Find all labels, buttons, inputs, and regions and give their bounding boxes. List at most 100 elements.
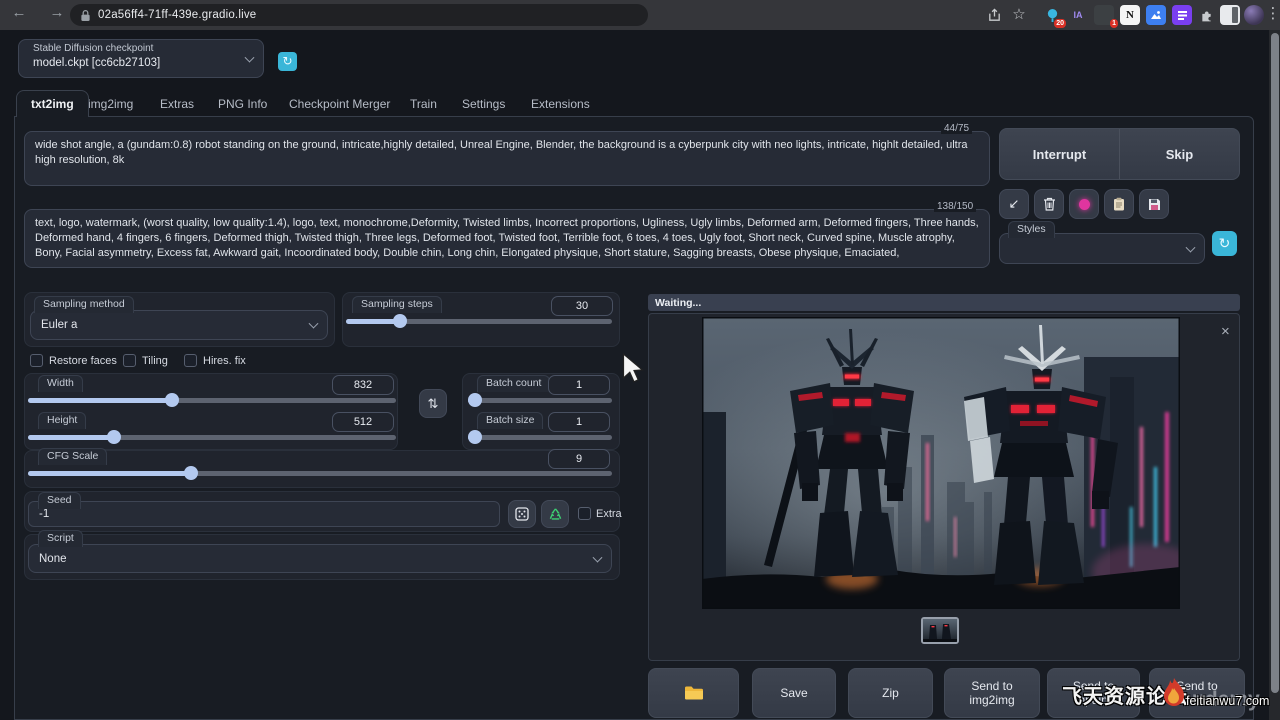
slider-handle[interactable] (393, 314, 407, 328)
slider-handle[interactable] (184, 466, 198, 480)
swap-dimensions-button[interactable]: ⇅ (419, 389, 447, 418)
height-slider[interactable] (28, 435, 396, 440)
ext-notification-badge: 1 (1110, 19, 1118, 28)
recycle-icon (548, 507, 563, 521)
sampling-steps-slider[interactable] (346, 319, 612, 324)
url-bar[interactable]: 02a56ff4-71ff-439e.gradio.live (70, 4, 648, 26)
seed-label: Seed (38, 492, 81, 509)
reuse-seed-button[interactable] (541, 500, 569, 528)
restore-faces-checkbox[interactable] (30, 354, 43, 367)
hires-fix-checkbox[interactable] (184, 354, 197, 367)
tab-img2img[interactable]: img2img (88, 90, 133, 117)
ext-purple-icon[interactable] (1172, 5, 1192, 25)
width-slider[interactable] (28, 398, 396, 403)
slider-handle[interactable] (468, 393, 482, 407)
slider-handle[interactable] (165, 393, 179, 407)
batch-count-input[interactable] (548, 375, 610, 395)
chevron-down-icon (1186, 242, 1196, 252)
floppy-disk-icon (1148, 198, 1161, 211)
send-to-extras-button[interactable]: Send to extras (1149, 668, 1245, 718)
sampling-method-dropdown[interactable]: Euler a (30, 310, 328, 340)
cfg-scale-input[interactable] (548, 449, 610, 469)
menu-kebab-icon[interactable]: ⋮ (1262, 4, 1280, 22)
tab-checkpoint-merger[interactable]: Checkpoint Merger (289, 90, 390, 117)
mouse-cursor (622, 352, 646, 386)
save-style-button[interactable] (1139, 189, 1169, 219)
batch-count-slider[interactable] (468, 398, 612, 403)
chevron-down-icon (593, 552, 603, 562)
cfg-scale-slider[interactable] (28, 471, 612, 476)
skip-button[interactable]: Skip (1120, 147, 1239, 162)
apply-style-button[interactable] (1104, 189, 1134, 219)
ext-pin-icon[interactable]: 20 (1042, 5, 1062, 25)
random-seed-button[interactable] (508, 500, 536, 528)
sidebar-toggle-icon[interactable] (1220, 5, 1240, 25)
negative-prompt-input[interactable]: text, logo, watermark, (worst quality, l… (24, 209, 990, 268)
back-button[interactable]: ← (8, 4, 30, 21)
ext-ia-icon[interactable]: IA (1068, 5, 1088, 25)
ext-notion-icon[interactable]: N (1120, 5, 1140, 25)
seed-value: -1 (39, 508, 49, 520)
batch-size-input[interactable] (548, 412, 610, 432)
sampling-steps-input[interactable] (551, 296, 613, 316)
prompt-input[interactable]: wide shot angle, a (gundam:0.8) robot st… (24, 131, 990, 186)
tab-extensions[interactable]: Extensions (531, 90, 590, 117)
tab-settings[interactable]: Settings (462, 90, 505, 117)
send-to-inpaint-button[interactable]: Send to inpaint (1047, 668, 1140, 718)
profile-avatar[interactable] (1244, 5, 1264, 25)
zip-button[interactable]: Zip (848, 668, 933, 718)
prompt-token-counter: 44/75 (941, 123, 972, 134)
gallery-thumbnail[interactable] (921, 617, 959, 644)
seed-extra-label: Extra (596, 508, 622, 520)
paste-generation-params-button[interactable]: ↙ (999, 189, 1029, 219)
tiling-checkbox[interactable] (123, 354, 136, 367)
clear-prompt-button[interactable] (1034, 189, 1064, 219)
script-value: None (39, 553, 67, 565)
bookmark-star-icon[interactable]: ☆ (1008, 5, 1030, 23)
extensions-puzzle-icon[interactable] (1196, 5, 1216, 25)
share-icon[interactable] (984, 5, 1004, 25)
open-folder-button[interactable] (648, 668, 739, 718)
height-input[interactable] (332, 412, 394, 432)
ext-notification-icon[interactable]: 1 (1094, 5, 1114, 25)
close-icon[interactable]: × (1221, 323, 1230, 340)
slider-handle[interactable] (468, 430, 482, 444)
checkpoint-dropdown[interactable]: Stable Diffusion checkpoint model.ckpt [… (18, 39, 264, 78)
styles-label: Styles (1008, 221, 1055, 238)
extra-networks-button[interactable] (1069, 189, 1099, 219)
scrollbar-thumb[interactable] (1271, 33, 1279, 693)
batch-count-label: Batch count (477, 375, 550, 392)
ext-image-icon[interactable] (1146, 5, 1166, 25)
stable-diffusion-webui: ← → ↻ 02a56ff4-71ff-439e.gradio.live ☆ 2… (0, 0, 1280, 720)
tab-extras[interactable]: Extras (160, 90, 194, 117)
tab-txt2img[interactable]: txt2img (16, 90, 89, 117)
forward-button[interactable]: → (46, 4, 68, 21)
checkpoint-label: Stable Diffusion checkpoint (33, 43, 153, 54)
ext-pin-badge: 20 (1054, 19, 1066, 28)
seed-extra-checkbox[interactable] (578, 507, 591, 520)
sampling-method-value: Euler a (41, 319, 77, 331)
page-scrollbar[interactable] (1269, 30, 1280, 720)
generated-image[interactable] (702, 317, 1180, 609)
seed-input[interactable]: -1 (28, 501, 500, 527)
negative-prompt-token-counter: 138/150 (934, 201, 976, 212)
batch-size-label: Batch size (477, 412, 543, 429)
tab-train[interactable]: Train (410, 90, 437, 117)
trash-icon (1043, 197, 1056, 211)
save-button[interactable]: Save (752, 668, 836, 718)
height-label: Height (38, 412, 86, 429)
slider-handle[interactable] (107, 430, 121, 444)
checkpoint-refresh-button[interactable]: ↻ (278, 52, 297, 71)
tab-png-info[interactable]: PNG Info (218, 90, 267, 117)
script-dropdown[interactable]: None (28, 544, 612, 573)
url-text: 02a56ff4-71ff-439e.gradio.live (98, 9, 256, 21)
send-to-img2img-button[interactable]: Send to img2img (944, 668, 1040, 718)
browser-toolbar: ← → ↻ 02a56ff4-71ff-439e.gradio.live ☆ 2… (0, 0, 1280, 30)
batch-size-slider[interactable] (468, 435, 612, 440)
tiling-label: Tiling (142, 355, 168, 367)
restore-faces-label: Restore faces (49, 355, 117, 367)
width-input[interactable] (332, 375, 394, 395)
styles-refresh-button[interactable]: ↻ (1212, 231, 1237, 256)
interrupt-button[interactable]: Interrupt (1000, 147, 1119, 162)
pink-dot-icon (1079, 199, 1090, 210)
